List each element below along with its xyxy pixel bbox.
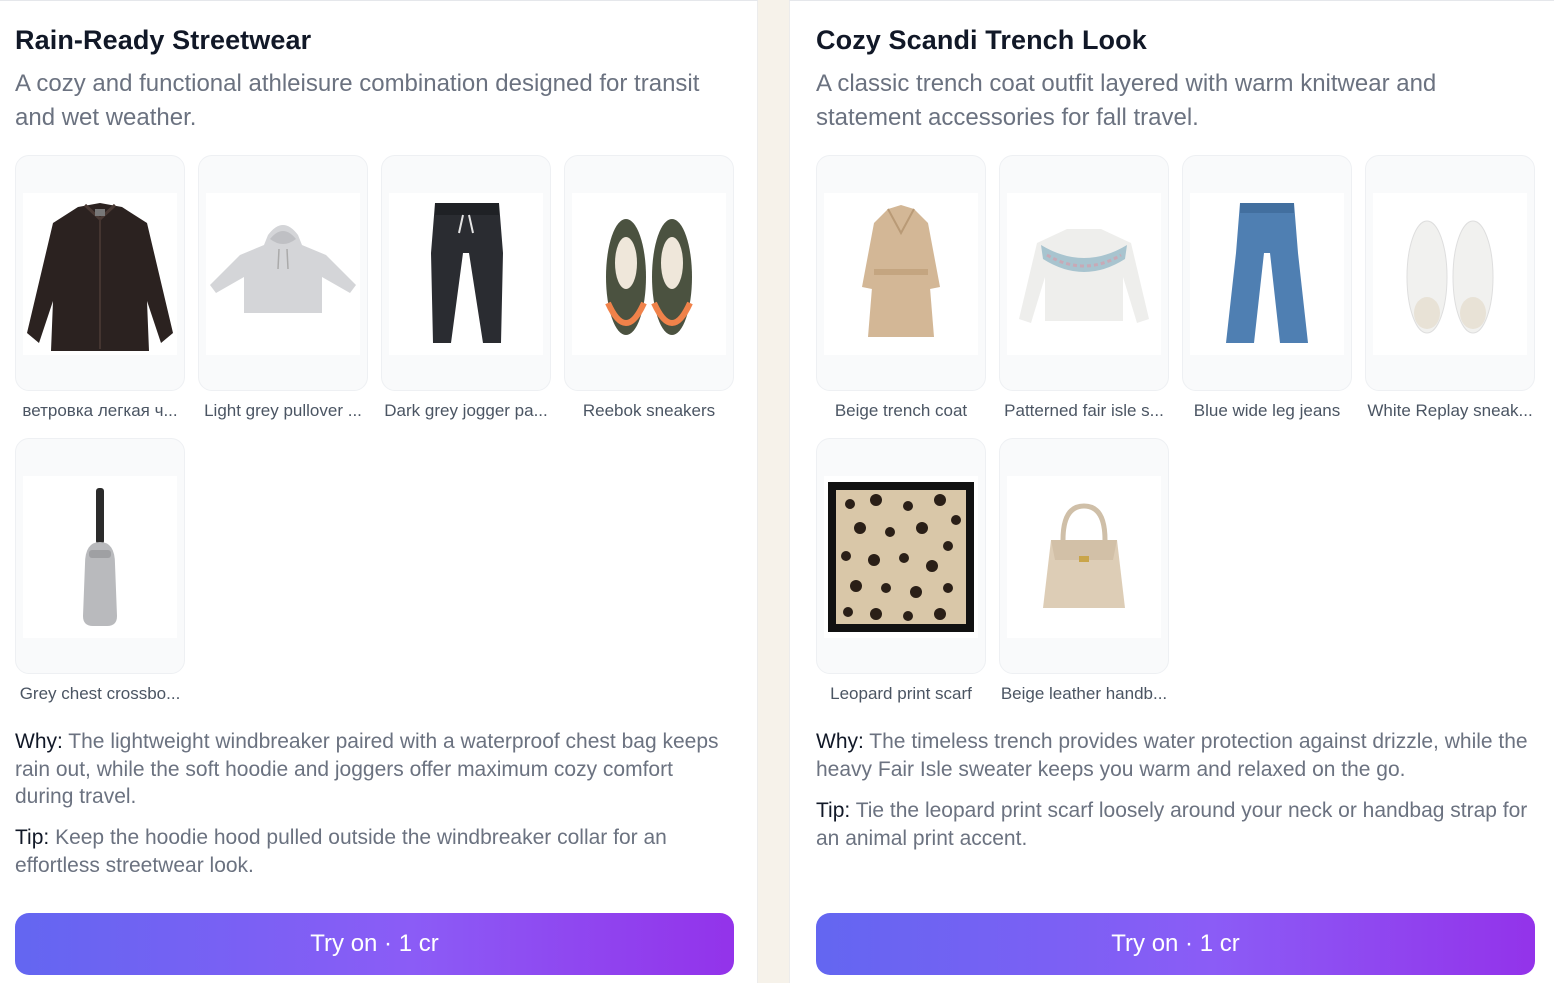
- tip-text: Tip: Tie the leopard print scarf loosely…: [816, 797, 1536, 852]
- item-thumbnail[interactable]: [1182, 155, 1352, 391]
- outfit-item[interactable]: Grey chest crossbo...: [15, 438, 185, 704]
- tip-label: Tip:: [15, 826, 50, 849]
- tip-body: Tie the leopard print scarf loosely arou…: [816, 799, 1528, 850]
- item-label: Leopard print scarf: [830, 684, 972, 703]
- outfit-title: Cozy Scandi Trench Look: [816, 25, 1147, 55]
- outfit-item[interactable]: White Replay sneak...: [1365, 155, 1535, 421]
- item-thumbnail[interactable]: [198, 155, 368, 391]
- outfit-description: A cozy and functional athleisure combina…: [15, 70, 700, 131]
- try-on-button[interactable]: Try on · 1 cr: [15, 913, 734, 975]
- item-label: Light grey pullover ...: [204, 401, 362, 420]
- item-label: Patterned fair isle s...: [1004, 401, 1164, 420]
- black-windbreaker-jacket-image: [23, 193, 177, 355]
- item-thumbnail[interactable]: [816, 438, 986, 674]
- item-thumbnail[interactable]: [381, 155, 551, 391]
- try-on-button[interactable]: Try on · 1 cr: [816, 913, 1535, 975]
- outfit-items-grid: Beige trench coat Patterned fair isle s.…: [816, 155, 1554, 715]
- outfit-description: A classic trench coat outfit layered wit…: [816, 70, 1437, 131]
- grey-hoodie-image: [206, 193, 360, 355]
- item-label: Blue wide leg jeans: [1193, 401, 1341, 420]
- why-body: The timeless trench provides water prote…: [816, 730, 1528, 781]
- tip-body: Keep the hoodie hood pulled outside the …: [15, 826, 667, 877]
- outfit-item[interactable]: Light grey pullover ...: [198, 155, 368, 421]
- why-text: Why: The timeless trench provides water …: [816, 728, 1536, 783]
- tip-text: Tip: Keep the hoodie hood pulled outside…: [15, 824, 735, 879]
- outfit-title: Rain-Ready Streetwear: [15, 25, 312, 55]
- why-label: Why:: [816, 730, 864, 753]
- item-label: ветровка легкая ч...: [22, 401, 178, 420]
- outfit-item[interactable]: Reebok sneakers: [564, 155, 734, 421]
- outfit-card-scandi-trench: Cozy Scandi Trench Look A classic trench…: [789, 0, 1554, 983]
- beige-trench-coat-image: [824, 193, 978, 355]
- outfit-items-grid: ветровка легкая ч... Light grey pullover…: [15, 155, 755, 715]
- grey-chest-bag-image: [23, 476, 177, 638]
- outfit-item[interactable]: Blue wide leg jeans: [1182, 155, 1352, 421]
- item-thumbnail[interactable]: [15, 155, 185, 391]
- fair-isle-sweater-image: [1007, 193, 1161, 355]
- why-text: Why: The lightweight windbreaker paired …: [15, 728, 735, 811]
- outfit-results: Rain-Ready Streetwear A cozy and functio…: [0, 0, 1554, 983]
- tip-label: Tip:: [816, 799, 851, 822]
- outfit-item[interactable]: ветровка легкая ч...: [15, 155, 185, 421]
- item-thumbnail[interactable]: [999, 438, 1169, 674]
- beige-handbag-image: [1007, 476, 1161, 638]
- item-label: Beige trench coat: [834, 401, 968, 420]
- item-thumbnail[interactable]: [999, 155, 1169, 391]
- item-thumbnail[interactable]: [564, 155, 734, 391]
- item-label: Grey chest crossbo...: [19, 684, 181, 703]
- item-label: Reebok sneakers: [582, 401, 716, 420]
- item-label: White Replay sneak...: [1367, 401, 1533, 420]
- item-label: Dark grey jogger pa...: [384, 401, 548, 420]
- outfit-item[interactable]: Patterned fair isle s...: [999, 155, 1169, 421]
- item-label: Beige leather handb...: [1000, 684, 1168, 703]
- item-thumbnail[interactable]: [1365, 155, 1535, 391]
- outfit-item[interactable]: Beige leather handb...: [999, 438, 1169, 704]
- leopard-scarf-image: [824, 476, 978, 638]
- dark-jogger-pants-image: [389, 193, 543, 355]
- why-body: The lightweight windbreaker paired with …: [15, 730, 719, 808]
- reebok-sneakers-image: [572, 193, 726, 355]
- why-label: Why:: [15, 730, 63, 753]
- blue-jeans-image: [1190, 193, 1344, 355]
- outfit-item[interactable]: Leopard print scarf: [816, 438, 986, 704]
- outfit-item[interactable]: Dark grey jogger pa...: [381, 155, 551, 421]
- item-thumbnail[interactable]: [816, 155, 986, 391]
- outfit-card-rain-ready: Rain-Ready Streetwear A cozy and functio…: [0, 0, 758, 983]
- outfit-item[interactable]: Beige trench coat: [816, 155, 986, 421]
- item-thumbnail[interactable]: [15, 438, 185, 674]
- white-sneakers-image: [1373, 193, 1527, 355]
